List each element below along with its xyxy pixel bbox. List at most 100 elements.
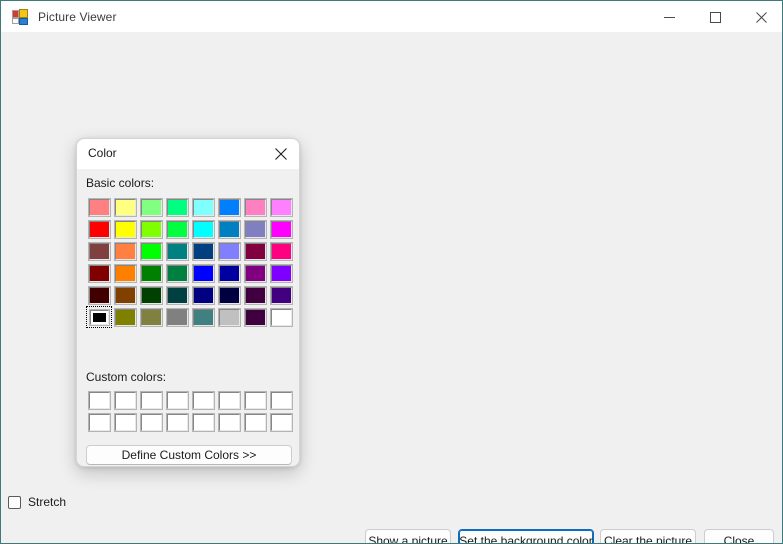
maximize-icon[interactable] [692, 1, 738, 33]
basic-color-swatch[interactable] [216, 196, 242, 218]
color-swatch-fill [90, 310, 109, 325]
basic-color-swatch[interactable] [268, 262, 294, 284]
close-icon[interactable] [261, 139, 300, 169]
custom-color-swatch[interactable] [112, 411, 138, 433]
basic-color-swatch[interactable] [216, 284, 242, 306]
basic-colors-grid[interactable] [86, 196, 294, 328]
color-swatch-fill [167, 243, 188, 260]
color-swatch-fill [271, 414, 292, 431]
basic-color-swatch[interactable] [242, 262, 268, 284]
stretch-checkbox-row[interactable]: Stretch [8, 495, 66, 509]
custom-color-swatch[interactable] [190, 389, 216, 411]
custom-color-swatch[interactable] [190, 411, 216, 433]
basic-color-swatch[interactable] [190, 262, 216, 284]
basic-color-swatch[interactable] [86, 306, 112, 328]
stretch-checkbox[interactable] [8, 496, 21, 509]
basic-color-swatch[interactable] [242, 218, 268, 240]
basic-color-swatch[interactable] [138, 196, 164, 218]
color-swatch-fill [141, 199, 162, 216]
color-swatch-fill [271, 199, 292, 216]
basic-color-swatch[interactable] [268, 306, 294, 328]
basic-color-swatch[interactable] [216, 262, 242, 284]
basic-color-swatch[interactable] [164, 196, 190, 218]
color-swatch-fill [193, 265, 214, 282]
custom-color-swatch[interactable] [164, 411, 190, 433]
basic-color-swatch[interactable] [164, 262, 190, 284]
basic-color-swatch[interactable] [112, 218, 138, 240]
show-a-picture-button[interactable]: Show a picture [365, 529, 451, 544]
basic-color-swatch[interactable] [112, 262, 138, 284]
basic-color-swatch[interactable] [138, 240, 164, 262]
basic-color-swatch[interactable] [268, 240, 294, 262]
basic-color-swatch[interactable] [164, 306, 190, 328]
custom-color-swatch[interactable] [268, 411, 294, 433]
basic-color-swatch[interactable] [138, 306, 164, 328]
basic-color-swatch[interactable] [138, 218, 164, 240]
basic-color-swatch[interactable] [112, 284, 138, 306]
custom-color-swatch[interactable] [138, 411, 164, 433]
color-swatch-fill [115, 199, 136, 216]
color-swatch-fill [141, 392, 162, 409]
color-swatch-fill [141, 287, 162, 304]
close-button[interactable]: Close [704, 529, 774, 544]
basic-color-swatch[interactable] [216, 218, 242, 240]
color-swatch-fill [245, 414, 266, 431]
basic-color-swatch[interactable] [190, 240, 216, 262]
basic-color-swatch[interactable] [242, 196, 268, 218]
clear-the-picture-button[interactable]: Clear the picture [600, 529, 696, 544]
basic-color-swatch[interactable] [112, 196, 138, 218]
color-dialog-title-bar: Color [77, 139, 300, 169]
basic-color-swatch[interactable] [86, 218, 112, 240]
color-swatch-fill [271, 309, 292, 326]
color-swatch-fill [219, 287, 240, 304]
basic-color-swatch[interactable] [268, 196, 294, 218]
basic-color-swatch[interactable] [86, 284, 112, 306]
basic-color-swatch[interactable] [86, 196, 112, 218]
custom-color-swatch[interactable] [268, 389, 294, 411]
basic-color-swatch[interactable] [112, 240, 138, 262]
basic-color-swatch[interactable] [190, 218, 216, 240]
basic-color-swatch[interactable] [216, 240, 242, 262]
color-swatch-fill [115, 221, 136, 238]
basic-color-swatch[interactable] [216, 306, 242, 328]
color-swatch-fill [245, 243, 266, 260]
custom-color-swatch[interactable] [138, 389, 164, 411]
color-swatch-fill [89, 221, 110, 238]
basic-color-swatch[interactable] [86, 240, 112, 262]
basic-color-swatch[interactable] [190, 196, 216, 218]
close-icon[interactable] [738, 1, 783, 33]
basic-color-swatch[interactable] [138, 284, 164, 306]
basic-color-swatch[interactable] [268, 284, 294, 306]
custom-color-swatch[interactable] [216, 411, 242, 433]
color-swatch-fill [89, 265, 110, 282]
custom-color-swatch[interactable] [112, 389, 138, 411]
basic-color-swatch[interactable] [190, 306, 216, 328]
basic-color-swatch[interactable] [190, 284, 216, 306]
basic-color-swatch[interactable] [242, 284, 268, 306]
basic-color-swatch[interactable] [86, 262, 112, 284]
color-swatch-fill [271, 392, 292, 409]
color-swatch-fill [245, 221, 266, 238]
basic-color-swatch[interactable] [164, 218, 190, 240]
set-the-background-color-button[interactable]: Set the background color [458, 529, 594, 544]
custom-colors-grid[interactable] [86, 389, 294, 433]
color-swatch-fill [141, 414, 162, 431]
basic-color-swatch[interactable] [242, 240, 268, 262]
custom-color-swatch[interactable] [216, 389, 242, 411]
custom-color-swatch[interactable] [164, 389, 190, 411]
color-swatch-fill [245, 287, 266, 304]
custom-color-swatch[interactable] [86, 389, 112, 411]
define-custom-colors-button[interactable]: Define Custom Colors >> [86, 445, 292, 465]
basic-color-swatch[interactable] [164, 240, 190, 262]
basic-color-swatch[interactable] [164, 284, 190, 306]
minimize-icon[interactable] [646, 1, 692, 33]
basic-color-swatch[interactable] [268, 218, 294, 240]
custom-color-swatch[interactable] [242, 389, 268, 411]
color-swatch-fill [115, 309, 136, 326]
basic-color-swatch[interactable] [138, 262, 164, 284]
basic-color-swatch[interactable] [112, 306, 138, 328]
custom-color-swatch[interactable] [86, 411, 112, 433]
basic-color-swatch[interactable] [242, 306, 268, 328]
color-swatch-fill [115, 265, 136, 282]
custom-color-swatch[interactable] [242, 411, 268, 433]
